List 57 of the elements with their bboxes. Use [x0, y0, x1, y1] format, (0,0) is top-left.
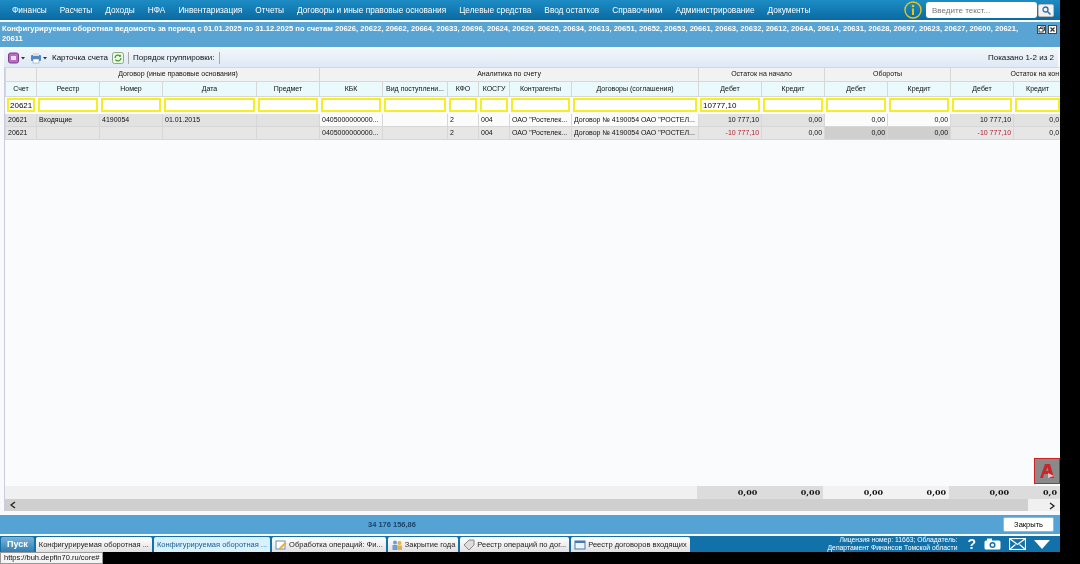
search-icon: [1041, 5, 1051, 15]
menu-item[interactable]: НФА: [141, 3, 173, 17]
filter-field[interactable]: 20621: [7, 98, 35, 112]
menu-item[interactable]: Целевые средства: [453, 3, 539, 17]
filter-field[interactable]: [38, 98, 98, 112]
window-icon: [574, 538, 587, 551]
total-cell: 0,00: [823, 486, 887, 499]
grouping-label: Порядок группировки:: [133, 52, 215, 64]
people-icon: [390, 538, 403, 551]
total-cell: 0,00: [949, 486, 1012, 499]
filter-field[interactable]: [101, 98, 161, 112]
menu-item[interactable]: Отчеты: [249, 3, 291, 17]
filter-field[interactable]: [480, 98, 508, 112]
filter-field[interactable]: [573, 98, 698, 112]
scroll-right-icon[interactable]: [1048, 501, 1056, 510]
filter-field[interactable]: [384, 98, 446, 112]
search-button[interactable]: [1038, 3, 1054, 17]
total-cell: 0,00: [760, 486, 824, 499]
account-card-button[interactable]: Карточка счета: [52, 52, 109, 64]
total-cell: 0,0: [1012, 486, 1060, 499]
menu-item[interactable]: Договоры и иные правовые основания: [291, 3, 454, 17]
menu-item[interactable]: Ввод остатков: [538, 3, 607, 17]
filter-field[interactable]: [763, 98, 824, 112]
print-button[interactable]: [30, 52, 48, 64]
total-cell: 0,00: [697, 486, 761, 499]
mail-icon[interactable]: [1009, 538, 1026, 550]
pencil-icon: [275, 538, 288, 551]
menu-item[interactable]: Инвентаризация: [172, 3, 250, 17]
options-button[interactable]: [8, 52, 26, 64]
restore-icon[interactable]: [1037, 25, 1046, 34]
filter-field[interactable]: [1015, 98, 1061, 112]
filter-field[interactable]: [889, 98, 950, 112]
filter-field[interactable]: [164, 98, 255, 112]
filter-field[interactable]: [826, 98, 887, 112]
menu-item[interactable]: Администрирование: [669, 3, 762, 17]
search-field[interactable]: Введите текст...: [926, 2, 1037, 18]
filter-field[interactable]: [511, 98, 570, 112]
filter-field[interactable]: 10777,10: [700, 98, 761, 112]
total-cell: 0,00: [886, 486, 950, 499]
paging-text: Показано 1-2 из 2: [987, 52, 1054, 64]
menu-item[interactable]: Финансы: [6, 3, 54, 17]
filter-field[interactable]: [321, 98, 381, 112]
filter-field[interactable]: [258, 98, 318, 112]
menu-item[interactable]: Справочники: [606, 3, 670, 17]
menu-item[interactable]: Расчеты: [53, 3, 100, 17]
filter-field[interactable]: [952, 98, 1013, 112]
menu-item[interactable]: Документы: [761, 3, 818, 17]
dropdown-icon[interactable]: [1034, 539, 1050, 549]
menu-item[interactable]: Доходы: [99, 3, 142, 17]
camera-icon[interactable]: [984, 538, 1001, 550]
scroll-left-icon[interactable]: [9, 501, 17, 509]
info-icon[interactable]: [904, 1, 922, 19]
refresh-button[interactable]: [112, 52, 125, 64]
close-icon[interactable]: [1048, 25, 1057, 34]
help-button[interactable]: ?: [967, 537, 976, 551]
app-icon[interactable]: [1034, 458, 1060, 484]
filter-field[interactable]: [449, 98, 477, 112]
